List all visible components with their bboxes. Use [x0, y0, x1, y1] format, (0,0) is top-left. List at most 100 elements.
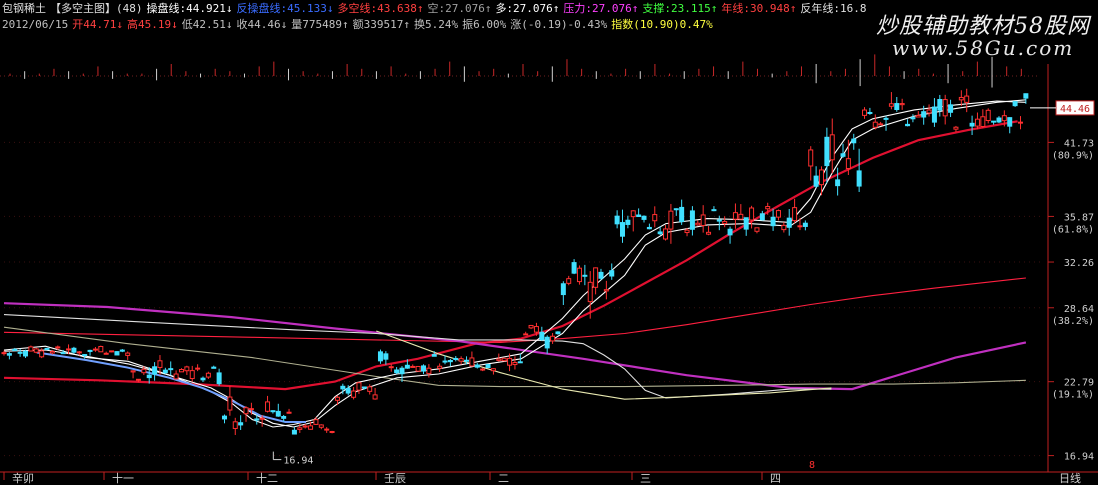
candle-up: [926, 109, 932, 114]
candle-down: [867, 111, 873, 114]
candle-up: [66, 348, 72, 351]
candle-down: [270, 410, 276, 413]
candle-up: [684, 229, 690, 234]
candle-up: [243, 407, 249, 415]
candle-down: [211, 366, 217, 369]
candle-down: [345, 387, 351, 394]
candle-up: [749, 207, 755, 221]
candle-down: [824, 136, 830, 167]
stock-chart-window: 包钢稀土 【多空主图】(48) 操盘线:44.921↓ 反操盘线:45.133↓ 多空线…: [0, 0, 1098, 485]
candle-down: [802, 222, 808, 227]
candle-up: [953, 126, 959, 130]
price-tick-pct: (19.1%): [1052, 390, 1094, 401]
candle-down: [60, 352, 66, 355]
candle-up: [480, 368, 486, 371]
candle-up: [1, 352, 7, 355]
candle-up: [593, 267, 599, 288]
candle-down: [743, 217, 749, 230]
candle-down: [937, 99, 943, 111]
candle-down: [813, 175, 819, 187]
candle-down: [969, 122, 975, 127]
candle-down: [275, 410, 281, 417]
current-price-tag: 44.46: [1055, 100, 1095, 116]
candle-down: [786, 217, 792, 228]
candle-down: [636, 214, 642, 218]
candle-down: [1012, 101, 1018, 107]
candle-up: [302, 425, 308, 428]
candle-up: [706, 231, 712, 235]
candle-down: [281, 416, 287, 419]
candle-up: [862, 109, 868, 116]
time-label: 辛卯: [12, 471, 34, 485]
candle-up: [109, 350, 115, 353]
candle-up: [103, 352, 109, 355]
candle-up: [308, 425, 314, 430]
candle-up: [415, 365, 421, 372]
price-tick-pct: (61.8%): [1052, 224, 1094, 235]
candlestick-chart[interactable]: 41.73(80.9%) 35.87(61.8%) 32.26 28.64(38.2%…: [0, 0, 1098, 485]
candle-up: [195, 367, 201, 370]
candle-up: [878, 123, 884, 126]
candle-up: [227, 396, 233, 411]
period-button[interactable]: 日线: [1059, 471, 1081, 485]
candle-up: [437, 365, 443, 369]
candle-down: [23, 350, 29, 357]
candle-down: [931, 106, 937, 123]
price-tick-pct: (38.2%): [1052, 316, 1094, 327]
candle-up: [184, 366, 190, 372]
event-marker[interactable]: 8: [809, 460, 815, 471]
candle-up: [490, 368, 496, 372]
candle-up: [792, 207, 798, 222]
candle-up: [888, 103, 894, 107]
candle-up: [372, 394, 378, 400]
candle-down: [17, 351, 23, 354]
candle-down: [539, 331, 545, 341]
candle-down: [856, 170, 862, 187]
candle-up: [259, 417, 265, 420]
candle-down: [716, 219, 722, 222]
candle-up: [630, 210, 636, 218]
candle-up: [980, 116, 986, 127]
candle-down: [657, 231, 663, 235]
candle-down: [87, 349, 93, 352]
candle-up: [410, 365, 416, 368]
candle-down: [711, 209, 717, 212]
price-tick-label: 32.26: [1064, 258, 1094, 269]
candle-down: [883, 117, 889, 120]
candle-down: [517, 361, 523, 364]
candle-up: [507, 357, 513, 366]
candle-down: [1007, 117, 1013, 127]
candle-down: [453, 357, 459, 360]
candle-up: [135, 378, 141, 381]
candle-down: [905, 123, 911, 127]
candle-down: [1023, 93, 1029, 99]
candle-down: [614, 215, 620, 225]
time-label: 十二: [256, 471, 278, 485]
candle-up: [942, 99, 948, 117]
candle-up: [98, 345, 104, 353]
candle-up: [49, 351, 55, 354]
candle-down: [641, 215, 647, 220]
candle-up: [388, 366, 394, 369]
candle-up: [329, 430, 335, 433]
candle-down: [689, 210, 695, 230]
candle-down: [6, 353, 12, 356]
candle-up: [576, 267, 582, 283]
time-label: 三: [640, 472, 651, 485]
candle-down: [474, 364, 480, 368]
current-price-label: 44.46: [1060, 104, 1090, 115]
candle-up: [334, 396, 340, 401]
candle-down: [377, 351, 383, 362]
candle-up: [668, 210, 674, 230]
candle-up: [818, 169, 824, 186]
candle-down: [910, 117, 916, 120]
candle-up: [958, 96, 964, 101]
candle-up: [367, 386, 373, 392]
candle-up: [318, 424, 324, 428]
time-label: 二: [498, 472, 509, 485]
time-label: 壬辰: [384, 472, 406, 485]
candle-down: [609, 270, 615, 277]
candle-up: [765, 206, 771, 210]
candle-up: [974, 118, 980, 127]
candle-up: [28, 346, 34, 352]
